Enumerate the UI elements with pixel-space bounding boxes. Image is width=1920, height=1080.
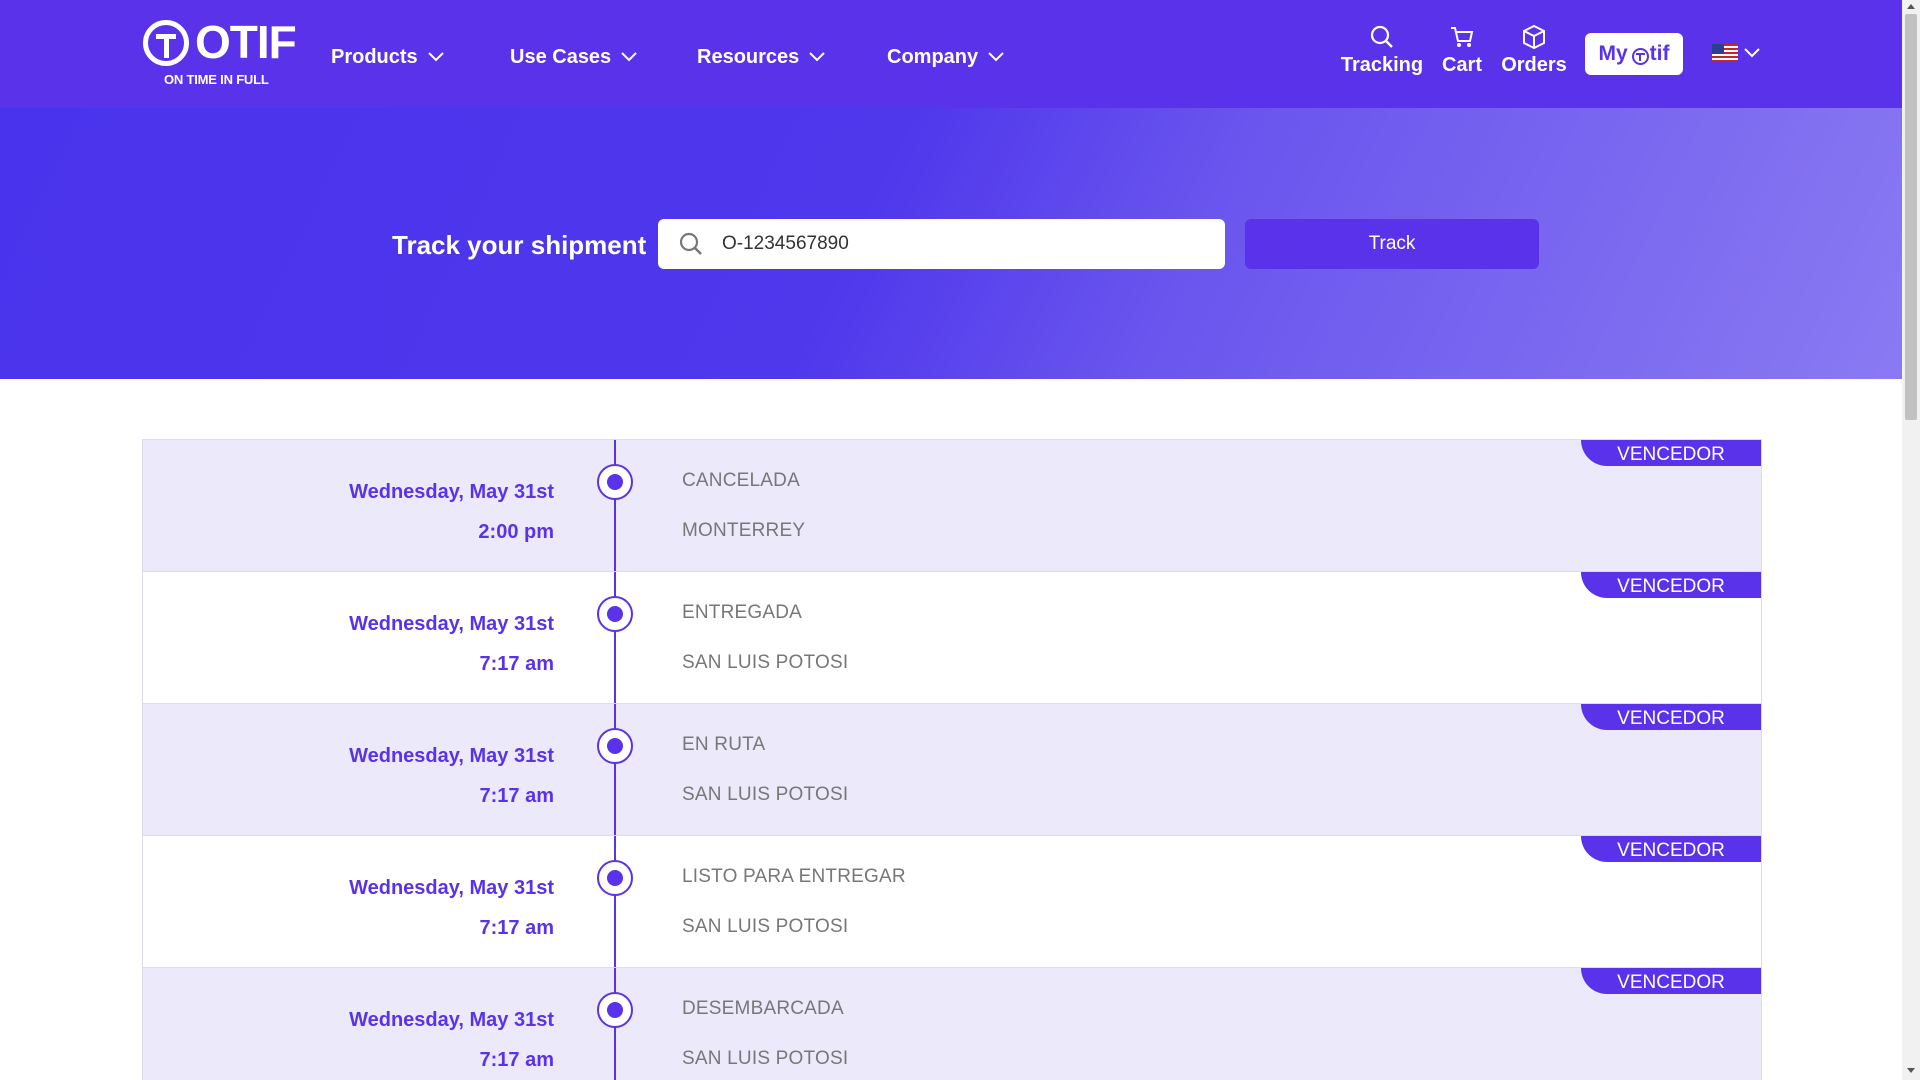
nav-menu-company[interactable]: Company	[887, 44, 1004, 70]
otif-logo-icon	[143, 20, 189, 66]
carrier-badge: VENCEDOR	[1581, 572, 1761, 598]
timeline-node-icon	[597, 464, 633, 500]
event-status: DESEMBARCADA	[682, 998, 844, 1019]
carrier-badge: VENCEDOR	[1581, 836, 1761, 862]
chevron-down-icon	[427, 52, 444, 62]
search-icon	[1370, 25, 1393, 48]
nav-orders[interactable]: Orders	[1489, 24, 1579, 77]
timeline-node-icon	[597, 596, 633, 632]
event-date: Wednesday, May 31st 2:00 pm	[349, 472, 554, 552]
timeline-line	[614, 440, 616, 572]
timeline-line	[614, 572, 616, 704]
language-selector[interactable]	[1712, 44, 1760, 62]
event-day: Wednesday, May 31st	[349, 1009, 554, 1031]
event-status: EN RUTA	[682, 734, 766, 755]
chevron-down-icon	[988, 52, 1004, 62]
otif-mini-logo-icon	[1631, 47, 1649, 65]
scroll-up-icon[interactable]	[1907, 4, 1915, 9]
nav-menu-products[interactable]: Products	[331, 44, 444, 70]
event-date: Wednesday, May 31st 7:17 am	[349, 736, 554, 816]
event-city: MONTERREY	[682, 520, 806, 541]
event-day: Wednesday, May 31st	[349, 745, 554, 767]
tracking-timeline: Wednesday, May 31st 2:00 pm CANCELADA MO…	[142, 439, 1762, 1080]
cart-icon	[1451, 27, 1474, 47]
nav-menu-use-cases[interactable]: Use Cases	[510, 44, 637, 70]
timeline-node-icon	[597, 860, 633, 896]
event-date: Wednesday, May 31st 7:17 am	[349, 1000, 554, 1080]
chevron-down-icon	[1744, 48, 1760, 58]
nav-menu-resources[interactable]: Resources	[697, 44, 825, 70]
logo-wordmark: OTIF	[195, 16, 297, 68]
event-status: CANCELADA	[682, 470, 800, 491]
event-date: Wednesday, May 31st 7:17 am	[349, 868, 554, 948]
timeline-node-icon	[597, 992, 633, 1028]
event-city: SAN LUIS POTOSI	[682, 916, 849, 937]
event-time: 7:17 am	[479, 785, 555, 807]
search-icon	[679, 232, 702, 255]
my-otif-suffix: tif	[1649, 42, 1670, 65]
timeline-line	[614, 704, 616, 836]
scroll-thumb[interactable]	[1905, 14, 1917, 420]
timeline-event: Wednesday, May 31st 7:17 am ENTREGADA SA…	[142, 571, 1762, 704]
carrier-badge: VENCEDOR	[1581, 968, 1761, 994]
nav-orders-label: Orders	[1501, 54, 1567, 76]
us-flag-icon	[1712, 44, 1738, 62]
nav-tracking[interactable]: Tracking	[1337, 24, 1427, 77]
my-otif-button[interactable]: My tif	[1585, 33, 1683, 75]
nav-cart-label: Cart	[1441, 54, 1482, 76]
nav-menu-label: Company	[887, 45, 979, 68]
event-day: Wednesday, May 31st	[349, 877, 554, 899]
event-status: ENTREGADA	[682, 602, 803, 623]
event-time: 7:17 am	[479, 1049, 555, 1071]
top-nav: OTIF ON TIME IN FULL Products Use Cases …	[0, 0, 1902, 108]
chevron-down-icon	[809, 52, 825, 62]
event-city: SAN LUIS POTOSI	[682, 1048, 849, 1069]
event-day: Wednesday, May 31st	[349, 613, 554, 635]
my-otif-prefix: My	[1598, 42, 1628, 65]
timeline-event: Wednesday, May 31st 7:17 am DESEMBARCADA…	[142, 967, 1762, 1080]
tracking-hero: Track your shipment Track	[0, 108, 1902, 379]
scroll-down-icon[interactable]	[1907, 1068, 1915, 1073]
nav-menu-label: Use Cases	[510, 45, 612, 68]
timeline-line	[614, 836, 616, 968]
nav-tracking-label: Tracking	[1340, 54, 1424, 76]
event-time: 7:17 am	[479, 653, 555, 675]
event-date: Wednesday, May 31st 7:17 am	[349, 604, 554, 684]
timeline-event: Wednesday, May 31st 7:17 am EN RUTA SAN …	[142, 703, 1762, 836]
tracking-search-box[interactable]	[658, 219, 1225, 269]
event-time: 2:00 pm	[478, 521, 554, 543]
tracking-number-input[interactable]	[722, 233, 1182, 255]
box-icon	[1523, 24, 1545, 50]
timeline-event: Wednesday, May 31st 7:17 am LISTO PARA E…	[142, 835, 1762, 968]
carrier-badge: VENCEDOR	[1581, 440, 1761, 466]
page-scrollbar[interactable]	[1902, 0, 1920, 1080]
nav-menu-label: Resources	[697, 45, 800, 68]
logo-tagline: ON TIME IN FULL	[164, 72, 269, 87]
carrier-badge: VENCEDOR	[1581, 704, 1761, 730]
event-day: Wednesday, May 31st	[349, 481, 554, 503]
timeline-node-icon	[597, 728, 633, 764]
timeline-event: Wednesday, May 31st 2:00 pm CANCELADA MO…	[142, 439, 1762, 572]
event-city: SAN LUIS POTOSI	[682, 784, 849, 805]
track-button[interactable]: Track	[1245, 219, 1539, 269]
event-status: LISTO PARA ENTREGAR	[682, 866, 906, 887]
nav-menu-label: Products	[331, 45, 418, 68]
otif-logo[interactable]: OTIF ON TIME IN FULL	[143, 16, 297, 90]
hero-title: Track your shipment	[392, 230, 647, 260]
event-city: SAN LUIS POTOSI	[682, 652, 849, 673]
event-time: 7:17 am	[479, 917, 555, 939]
chevron-down-icon	[621, 52, 637, 62]
